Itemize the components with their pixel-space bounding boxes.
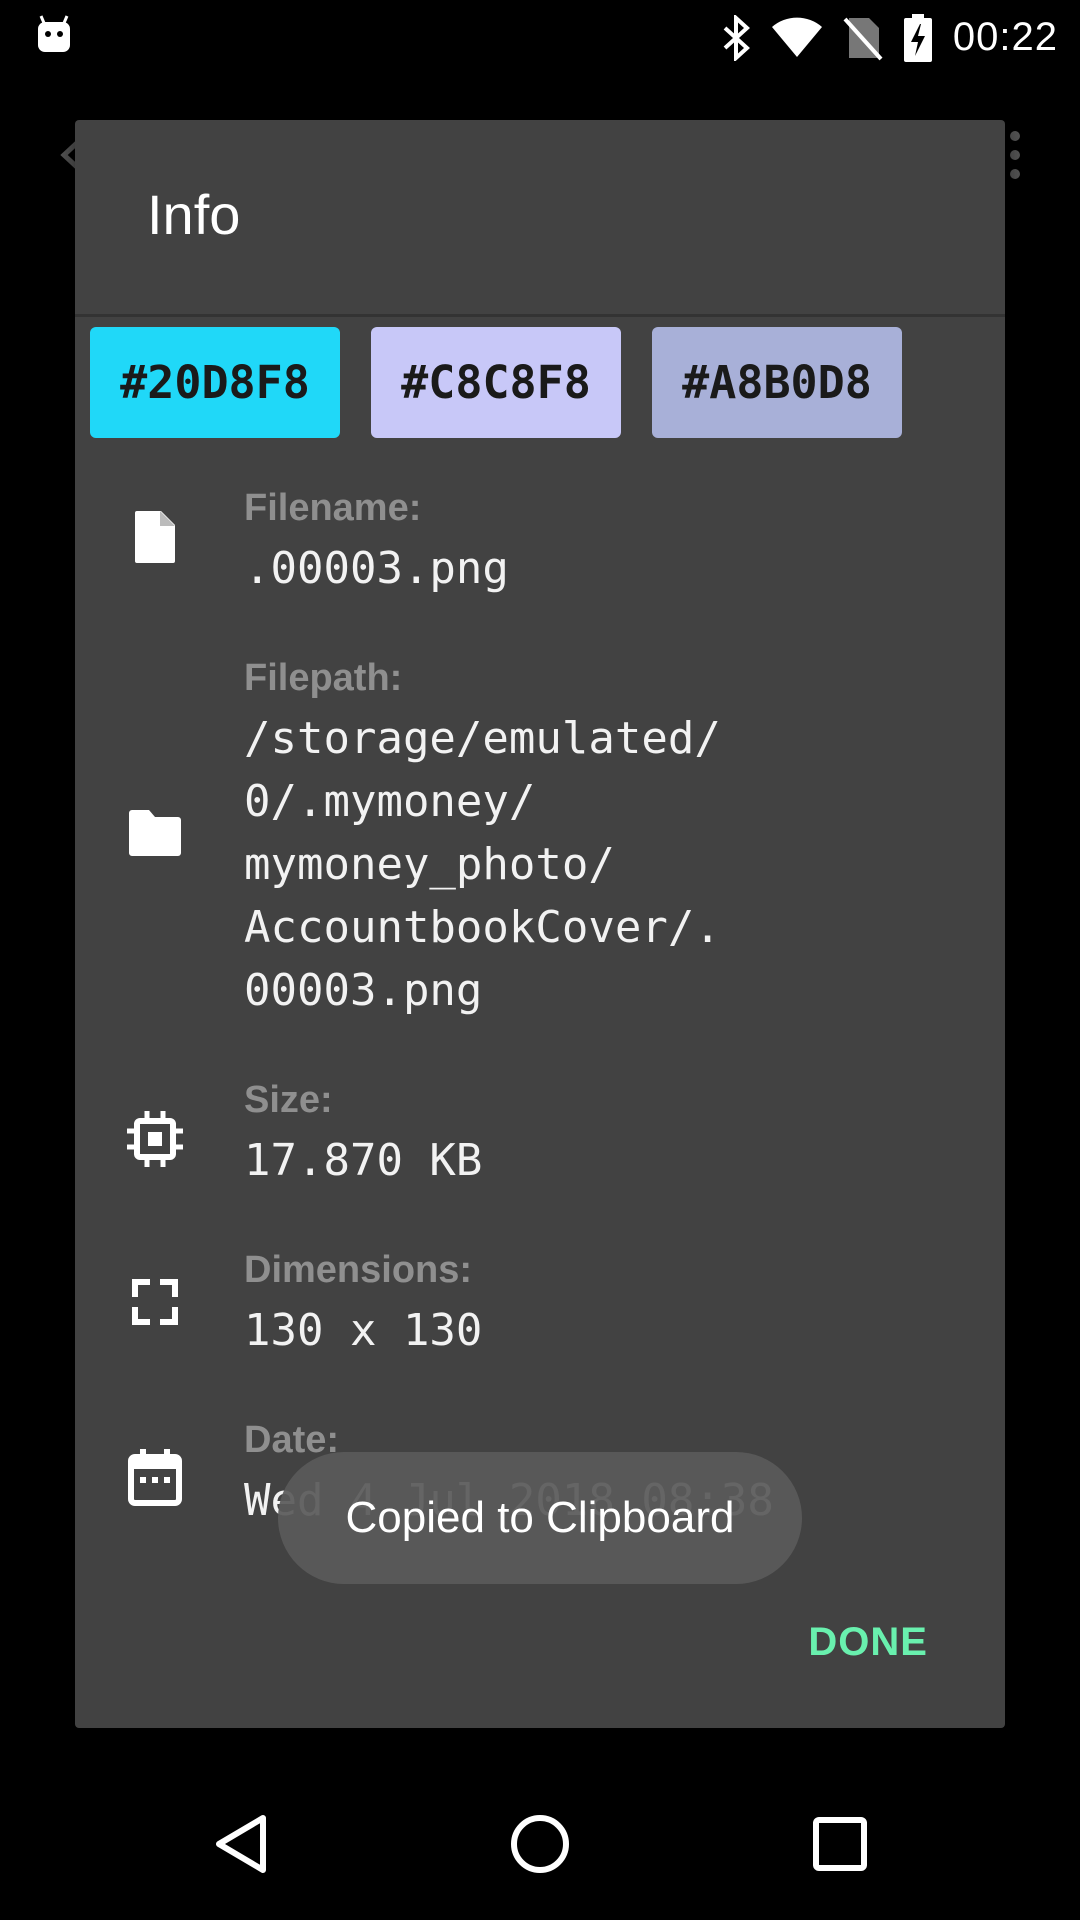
- nav-back-button[interactable]: [161, 1767, 321, 1920]
- color-swatch-2[interactable]: #C8C8F8: [371, 327, 621, 438]
- background-more-options-icon: [1010, 131, 1020, 179]
- fullscreen-icon: [132, 1279, 178, 1325]
- battery-charging-icon: [903, 13, 932, 62]
- folder-icon: [129, 810, 181, 856]
- status-icons: 00:22: [721, 10, 1058, 65]
- memory-chip-icon: [127, 1111, 183, 1167]
- dimensions-value: 130 x 130: [244, 1305, 483, 1356]
- toast-message: Copied to Clipboard: [278, 1452, 802, 1584]
- color-swatch-3[interactable]: #A8B0D8: [652, 327, 902, 438]
- status-time: 00:22: [952, 15, 1058, 59]
- recents-icon: [813, 1816, 867, 1871]
- screen: 00:22 Info #20D8F8 #C8C8F8 #A8B0D8 Filen…: [0, 0, 1080, 1920]
- dialog-divider: [75, 314, 1005, 317]
- color-swatch-row: #20D8F8 #C8C8F8 #A8B0D8: [90, 327, 902, 438]
- navigation-bar: [0, 1767, 1080, 1920]
- dialog-title: Info: [147, 183, 241, 246]
- home-icon: [511, 1814, 569, 1873]
- calendar-icon: [128, 1449, 182, 1506]
- filename-value: .00003.png: [244, 543, 509, 594]
- wifi-icon: [771, 17, 822, 57]
- color-swatch-1[interactable]: #20D8F8: [90, 327, 340, 438]
- size-label: Size:: [244, 1079, 333, 1121]
- bluetooth-icon: [723, 14, 750, 61]
- back-icon: [216, 1814, 266, 1873]
- android-notification-icon: [38, 15, 70, 52]
- size-value: 17.870 KB: [244, 1135, 483, 1186]
- filename-label: Filename:: [244, 487, 422, 529]
- file-icon: [135, 511, 175, 563]
- done-button[interactable]: DONE: [808, 1620, 928, 1665]
- filepath-value: /storage/emulated/ 0/.mymoney/ mymoney_p…: [244, 713, 721, 1016]
- nav-recents-button[interactable]: [760, 1767, 920, 1920]
- nav-home-button[interactable]: [460, 1767, 620, 1920]
- filepath-label: Filepath:: [244, 657, 403, 699]
- no-sim-icon: [843, 17, 883, 60]
- status-bar: 00:22: [0, 0, 1080, 75]
- dimensions-label: Dimensions:: [244, 1249, 473, 1291]
